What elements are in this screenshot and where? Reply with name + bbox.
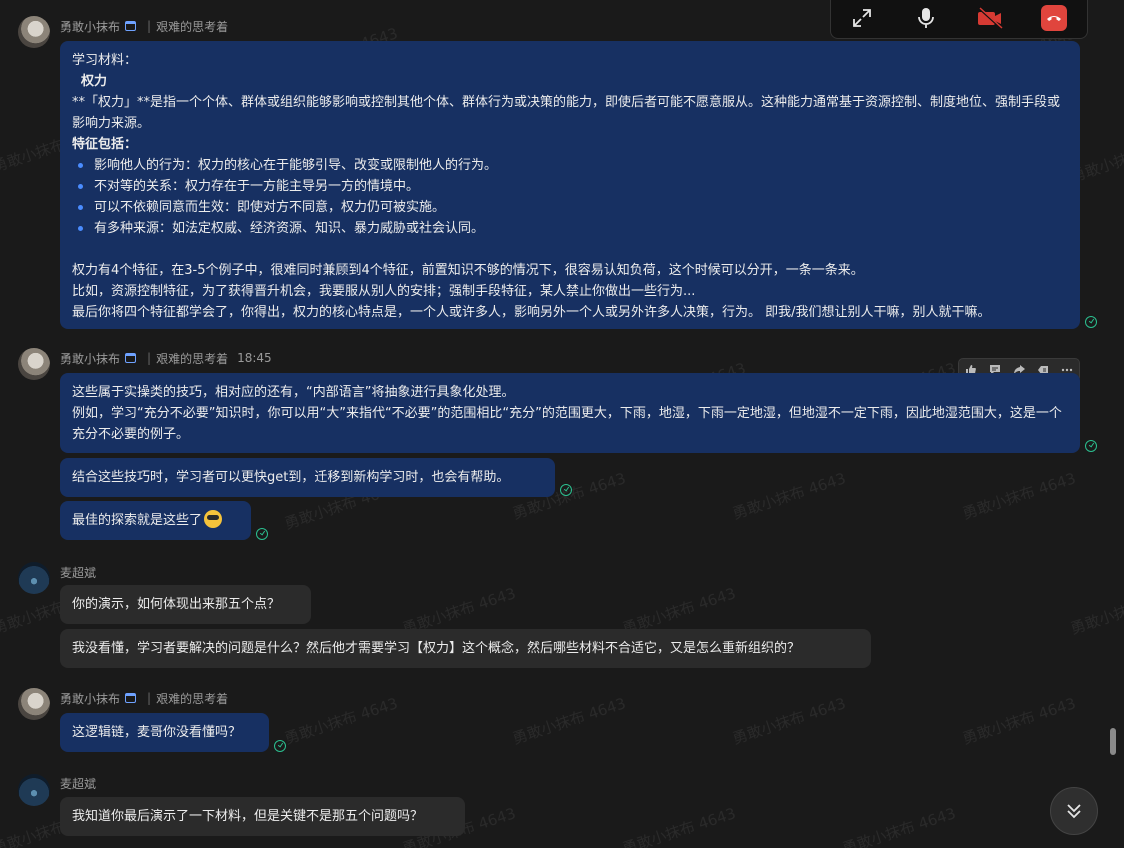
message-bubble[interactable]: 结合这些技巧时，学习者可以更快get到，迁移到新构学习时，也会有帮助。 bbox=[60, 458, 555, 497]
watermark: 勇敢小抹布 4643 bbox=[730, 694, 849, 748]
message-line: 例如，学习“充分不必要”知识时，你可以用“大”来指代“不必要”的范围相比“充分”… bbox=[72, 406, 1062, 442]
list-item: 可以不依赖同意而生效：即使对方不同意，权力仍可被实施。 bbox=[72, 197, 1068, 218]
watermark: 勇敢小抹布 4643 bbox=[282, 694, 401, 748]
watermark: 勇敢小抹布 4643 bbox=[840, 804, 959, 848]
watermark: 勇敢小抹布 4643 bbox=[960, 469, 1079, 523]
message-bubble[interactable]: 我知道你最后演示了一下材料，但是关键不是那五个问题吗？ bbox=[60, 797, 465, 836]
read-status-icon bbox=[560, 484, 572, 496]
scrollbar-thumb[interactable] bbox=[1110, 728, 1116, 755]
message-line: 权力有4个特征，在3-5个例子中，很难同时兼顾到4个特征，前置知识不够的情况下，… bbox=[72, 263, 864, 278]
double-chevron-down-icon bbox=[1067, 804, 1081, 819]
message-line: 你的演示，如何体现出来那五个点？ bbox=[72, 597, 281, 612]
message-meta: 麦超斌 bbox=[60, 775, 96, 791]
hang-up-button[interactable] bbox=[1041, 5, 1067, 31]
camera-off-icon[interactable] bbox=[977, 6, 1003, 30]
sender-name[interactable]: 勇敢小抹布 bbox=[60, 690, 120, 707]
message-bubble[interactable]: 这逻辑链，麦哥你没看懂吗？ bbox=[60, 713, 269, 752]
call-control-bar bbox=[830, 0, 1088, 39]
sender-name[interactable]: 勇敢小抹布 bbox=[60, 350, 120, 367]
watermark: 勇敢小抹布 4643 bbox=[730, 469, 849, 523]
message-meta: 勇敢小抹布 | 艰难的思考着 18:45 bbox=[60, 350, 272, 366]
message-bubble[interactable]: 这些属于实操类的技巧，相对应的还有，“内部语言”将抽象进行具象化处理。 例如，学… bbox=[60, 373, 1080, 453]
sender-name[interactable]: 勇敢小抹布 bbox=[60, 18, 120, 35]
divider: | bbox=[147, 691, 152, 705]
avatar[interactable] bbox=[18, 688, 50, 720]
watermark: 勇敢小抹布 4643 bbox=[620, 804, 739, 848]
sunglasses-emoji bbox=[204, 510, 223, 528]
message-bubble[interactable]: 我没看懂，学习者要解决的问题是什么？然后他才需要学习【权力】这个概念，然后哪些材… bbox=[60, 629, 871, 668]
avatar[interactable] bbox=[18, 348, 50, 380]
avatar[interactable] bbox=[18, 562, 50, 594]
message-line: 最佳的探索就是这些了 bbox=[72, 510, 239, 531]
scrollbar[interactable] bbox=[1110, 0, 1116, 848]
sender-group: 艰难的思考着 bbox=[156, 351, 229, 366]
message-line: 我知道你最后演示了一下材料，但是关键不是那五个问题吗？ bbox=[72, 809, 424, 824]
sender-group: 艰难的思考着 bbox=[156, 19, 229, 34]
avatar[interactable] bbox=[18, 774, 50, 806]
message-bubble[interactable]: 学习材料： 权力 **「权力」**是指一个个体、群体或组织能够影响或控制其他个体… bbox=[60, 41, 1080, 329]
watermark: 勇敢小抹布 4643 bbox=[510, 694, 629, 748]
message-line: 比如，资源控制特征，为了获得晋升机会，我要服从别人的安排；强制手段特征，某人禁止… bbox=[72, 284, 696, 299]
watermark: 勇敢小抹布 4643 bbox=[960, 694, 1079, 748]
message-line: 最后你将四个特征都学会了，你得出，权力的核心特点是，一个人或许多人，影响另外一个… bbox=[72, 305, 991, 320]
message-heading: 权力 bbox=[72, 74, 108, 89]
calendar-icon bbox=[125, 21, 137, 31]
message-bubble[interactable]: 你的演示，如何体现出来那五个点？ bbox=[60, 585, 311, 624]
calendar-icon bbox=[125, 353, 137, 363]
message-text: 最佳的探索就是这些了 bbox=[72, 513, 203, 528]
divider: | bbox=[147, 19, 152, 33]
message-bubble[interactable]: 最佳的探索就是这些了 bbox=[60, 501, 251, 540]
message-heading: 特征包括： bbox=[72, 137, 138, 152]
list-item: 不对等的关系：权力存在于一方能主导另一方的情境中。 bbox=[72, 176, 1068, 197]
message-line: 我没看懂，学习者要解决的问题是什么？然后他才需要学习【权力】这个概念，然后哪些材… bbox=[72, 641, 801, 656]
message-meta: 麦超斌 bbox=[60, 564, 96, 580]
calendar-icon bbox=[125, 693, 137, 703]
avatar[interactable] bbox=[18, 16, 50, 48]
divider: | bbox=[147, 351, 152, 365]
feature-list: 影响他人的行为：权力的核心在于能够引导、改变或限制他人的行为。 不对等的关系：权… bbox=[72, 155, 1068, 239]
sender-name[interactable]: 麦超斌 bbox=[60, 564, 96, 581]
scroll-to-bottom-button[interactable] bbox=[1050, 787, 1098, 835]
read-status-icon bbox=[256, 528, 268, 540]
message-meta: 勇敢小抹布 | 艰难的思考着 bbox=[60, 18, 228, 34]
list-item: 影响他人的行为：权力的核心在于能够引导、改变或限制他人的行为。 bbox=[72, 155, 1068, 176]
read-status-icon bbox=[274, 740, 286, 752]
message-line: 结合这些技巧时，学习者可以更快get到，迁移到新构学习时，也会有帮助。 bbox=[72, 470, 510, 485]
message-line: **「权力」**是指一个个体、群体或组织能够影响或控制其他个体、群体行为或决策的… bbox=[72, 95, 1061, 131]
sender-group: 艰难的思考着 bbox=[156, 691, 229, 706]
message-meta: 勇敢小抹布 | 艰难的思考着 bbox=[60, 690, 228, 706]
microphone-icon[interactable] bbox=[913, 6, 939, 30]
read-status-icon bbox=[1085, 440, 1097, 452]
message-line: 这些属于实操类的技巧，相对应的还有，“内部语言”将抽象进行具象化处理。 bbox=[72, 385, 515, 400]
message-line: 学习材料： bbox=[72, 53, 138, 68]
expand-icon[interactable] bbox=[849, 6, 875, 30]
hang-up-icon bbox=[1041, 5, 1067, 31]
message-line: 这逻辑链，麦哥你没看懂吗？ bbox=[72, 725, 242, 740]
sender-name[interactable]: 麦超斌 bbox=[60, 775, 96, 792]
read-status-icon bbox=[1085, 316, 1097, 328]
message-time: 18:45 bbox=[237, 351, 272, 365]
list-item: 有多种来源：如法定权威、经济资源、知识、暴力威胁或社会认同。 bbox=[72, 218, 1068, 239]
